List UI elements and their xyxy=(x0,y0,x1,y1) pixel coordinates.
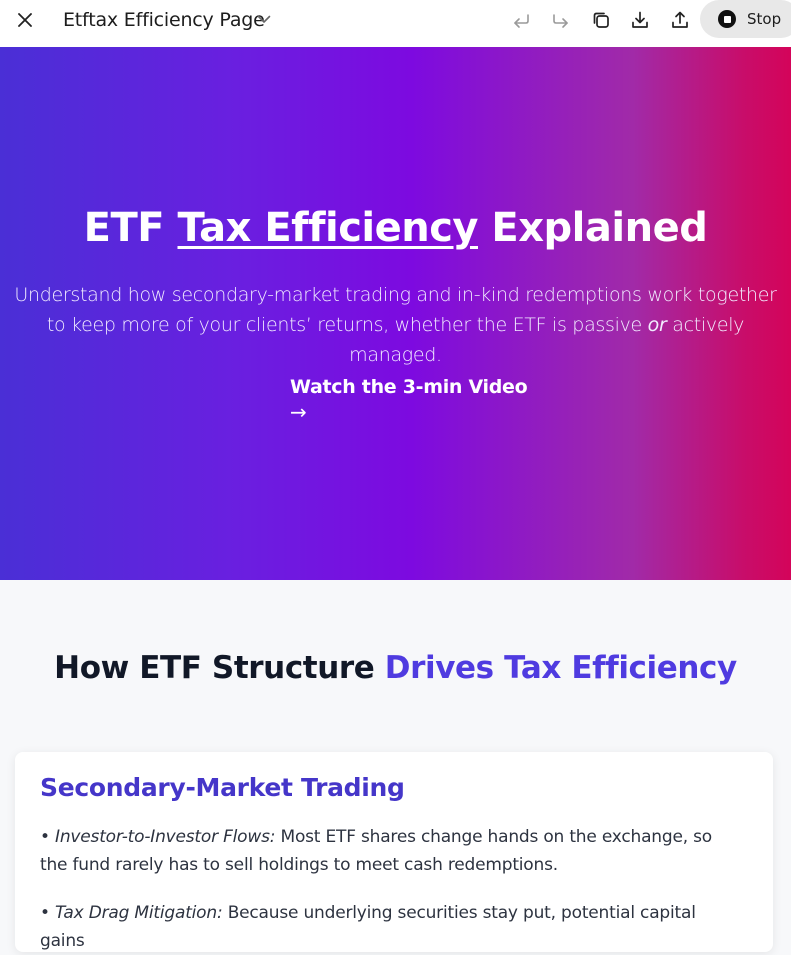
arrow-right-icon: → xyxy=(290,400,307,424)
watch-video-label: Watch the 3-min Video xyxy=(290,376,528,398)
section-title: How ETF Structure Drives Tax Efficiency xyxy=(0,650,791,686)
hero-title-underlined: Tax Efficiency xyxy=(177,205,479,251)
item-label: Investor-to-Investor Flows: xyxy=(55,827,276,847)
bullet: • xyxy=(40,827,56,847)
redo-icon[interactable] xyxy=(549,8,573,32)
watch-video-link[interactable]: Watch the 3-min Video → xyxy=(290,376,528,424)
list-item: • Tax Drag Mitigation: Because underlyin… xyxy=(40,899,733,955)
list-item: • Investor-to-Investor Flows: Most ETF s… xyxy=(40,823,733,879)
top-toolbar: Etftax Efficiency Page Stop xyxy=(0,0,791,47)
download-icon[interactable] xyxy=(628,8,652,32)
stop-label: Stop xyxy=(747,10,782,28)
stop-button[interactable]: Stop xyxy=(700,0,791,38)
section-title-accent: Drives Tax Efficiency xyxy=(384,650,737,686)
copy-icon[interactable] xyxy=(589,8,613,32)
hero-title: ETF Tax Efficiency Explained xyxy=(0,205,791,251)
share-icon[interactable] xyxy=(668,8,692,32)
chevron-down-icon[interactable] xyxy=(255,10,273,28)
close-icon[interactable] xyxy=(13,8,37,32)
hero-title-part: Explained xyxy=(478,205,708,251)
feature-card: Secondary-Market Trading • Investor-to-I… xyxy=(15,752,773,952)
item-label: Tax Drag Mitigation: xyxy=(55,903,223,923)
hero-subtitle-emphasis: or xyxy=(647,314,667,336)
card-title: Secondary-Market Trading xyxy=(40,773,405,802)
bullet: • xyxy=(40,903,56,923)
hero-banner: ETF Tax Efficiency Explained Understand … xyxy=(0,47,791,580)
section-title-part: How ETF Structure xyxy=(54,650,385,686)
undo-icon[interactable] xyxy=(509,8,533,32)
hero-subtitle: Understand how secondary-market trading … xyxy=(10,280,781,370)
stop-icon xyxy=(718,10,736,28)
page-title: Etftax Efficiency Page xyxy=(63,9,265,31)
hero-title-part: ETF xyxy=(83,205,178,251)
